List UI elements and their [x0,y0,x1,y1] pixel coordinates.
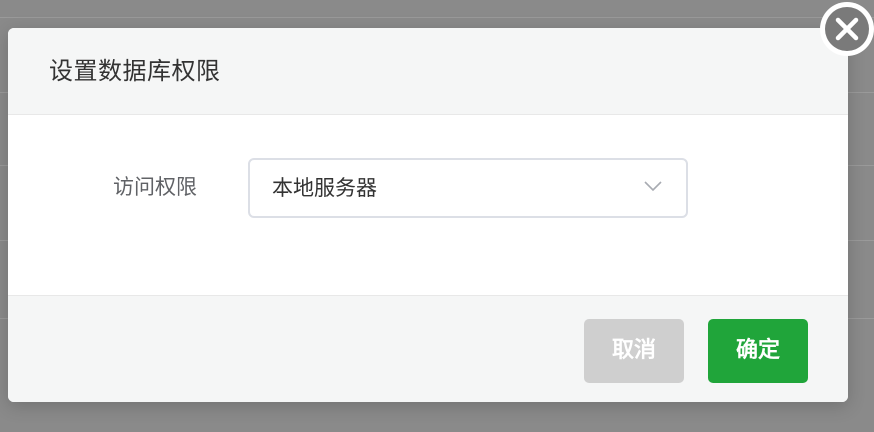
close-icon[interactable] [818,0,874,58]
dialog-title: 设置数据库权限 [49,57,221,85]
dialog-footer: 取消 确定 [8,295,848,402]
database-permission-dialog: 设置数据库权限 访问权限 本地服务器 取消 确定 [8,28,848,402]
confirm-button[interactable]: 确定 [708,319,808,383]
access-permission-label: 访问权限 [113,175,197,199]
select-value: 本地服务器 [272,176,377,200]
access-permission-select[interactable]: 本地服务器 [248,158,688,218]
chevron-down-icon [644,181,662,192]
cancel-button[interactable]: 取消 [584,319,684,383]
background-divider [0,17,874,18]
dialog-header: 设置数据库权限 [8,28,848,115]
